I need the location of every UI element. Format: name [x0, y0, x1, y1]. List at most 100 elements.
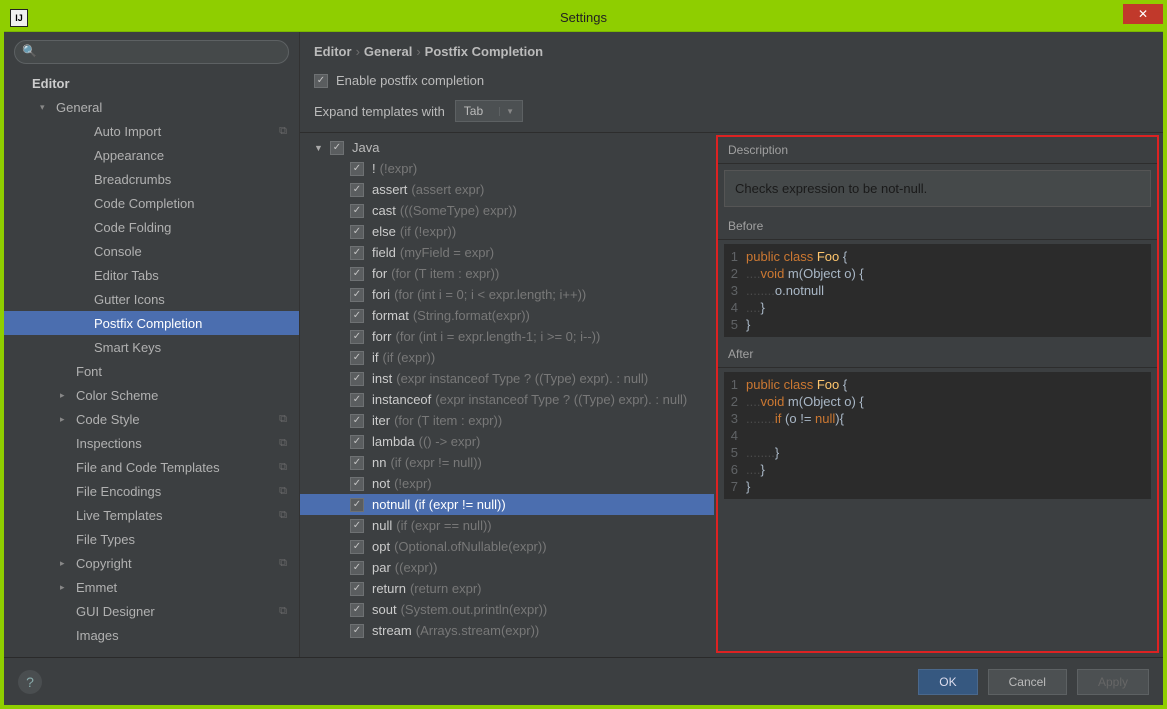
copy-icon: ⧉	[279, 557, 287, 570]
template-iter[interactable]: ✓iter (for (T item : expr))	[300, 410, 714, 431]
sidebar-item-gutter-icons[interactable]: Gutter Icons	[4, 287, 299, 311]
language-node-java[interactable]: ▼ ✓ Java	[300, 137, 714, 158]
sidebar-item-inspections[interactable]: Inspections⧉	[4, 431, 299, 455]
template-nn[interactable]: ✓nn (if (expr != null))	[300, 452, 714, 473]
template-assert[interactable]: ✓assert (assert expr)	[300, 179, 714, 200]
sidebar-item-file-types[interactable]: File Types	[4, 527, 299, 551]
template-for[interactable]: ✓for (for (T item : expr))	[300, 263, 714, 284]
template-checkbox[interactable]: ✓	[350, 519, 364, 533]
sidebar-item-editor-tabs[interactable]: Editor Tabs	[4, 263, 299, 287]
after-code: 1public class Foo {2....void m(Object o)…	[724, 372, 1151, 499]
template-checkbox[interactable]: ✓	[350, 540, 364, 554]
app-icon: IJ	[10, 9, 28, 27]
template-checkbox[interactable]: ✓	[350, 372, 364, 386]
before-code: 1public class Foo {2....void m(Object o)…	[724, 244, 1151, 337]
sidebar-item-code-folding[interactable]: Code Folding	[4, 215, 299, 239]
template-checkbox[interactable]: ✓	[350, 393, 364, 407]
template-if[interactable]: ✓if (if (expr))	[300, 347, 714, 368]
template-checkbox[interactable]: ✓	[350, 246, 364, 260]
template-checkbox[interactable]: ✓	[350, 288, 364, 302]
template-sout[interactable]: ✓sout (System.out.println(expr))	[300, 599, 714, 620]
copy-icon: ⧉	[279, 413, 287, 426]
sidebar-item-postfix-completion[interactable]: Postfix Completion	[4, 311, 299, 335]
template-fori[interactable]: ✓fori (for (int i = 0; i < expr.length; …	[300, 284, 714, 305]
expand-key-select[interactable]: Tab▼	[455, 100, 523, 122]
help-button[interactable]: ?	[18, 670, 42, 694]
template-checkbox[interactable]: ✓	[350, 456, 364, 470]
template-list[interactable]: ▼ ✓ Java ✓! (!expr)✓assert (assert expr)…	[300, 133, 714, 657]
ok-button[interactable]: OK	[918, 669, 977, 695]
settings-search-input[interactable]	[14, 40, 289, 64]
sidebar-item-code-style[interactable]: ▸Code Style⧉	[4, 407, 299, 431]
template-field[interactable]: ✓field (myField = expr)	[300, 242, 714, 263]
template-checkbox[interactable]: ✓	[350, 582, 364, 596]
copy-icon: ⧉	[279, 485, 287, 498]
sidebar-item-images[interactable]: Images	[4, 623, 299, 647]
copy-icon: ⧉	[279, 125, 287, 138]
sidebar-item-general[interactable]: ▾General	[4, 95, 299, 119]
sidebar-item-code-completion[interactable]: Code Completion	[4, 191, 299, 215]
expander-icon: ▸	[60, 390, 72, 401]
template-checkbox[interactable]: ✓	[350, 351, 364, 365]
titlebar: IJ Settings ✕	[4, 4, 1163, 32]
sidebar-item-file-and-code-templates[interactable]: File and Code Templates⧉	[4, 455, 299, 479]
template-checkbox[interactable]: ✓	[350, 414, 364, 428]
template-instanceof[interactable]: ✓instanceof (expr instanceof Type ? ((Ty…	[300, 389, 714, 410]
sidebar-item-copyright[interactable]: ▸Copyright⧉	[4, 551, 299, 575]
sidebar-item-file-encodings[interactable]: File Encodings⧉	[4, 479, 299, 503]
template-checkbox[interactable]: ✓	[350, 330, 364, 344]
template-notnull[interactable]: ✓notnull (if (expr != null))	[300, 494, 714, 515]
template-not[interactable]: ✓not (!expr)	[300, 473, 714, 494]
sidebar-item-gui-designer[interactable]: GUI Designer⧉	[4, 599, 299, 623]
template-null[interactable]: ✓null (if (expr == null))	[300, 515, 714, 536]
template-checkbox[interactable]: ✓	[350, 477, 364, 491]
sidebar-item-color-scheme[interactable]: ▸Color Scheme	[4, 383, 299, 407]
copy-icon: ⧉	[279, 605, 287, 618]
template-inst[interactable]: ✓inst (expr instanceof Type ? ((Type) ex…	[300, 368, 714, 389]
template-lambda[interactable]: ✓lambda (() -> expr)	[300, 431, 714, 452]
cancel-button[interactable]: Cancel	[988, 669, 1067, 695]
template-par[interactable]: ✓par ((expr))	[300, 557, 714, 578]
template-![interactable]: ✓! (!expr)	[300, 158, 714, 179]
template-opt[interactable]: ✓opt (Optional.ofNullable(expr))	[300, 536, 714, 557]
template-stream[interactable]: ✓stream (Arrays.stream(expr))	[300, 620, 714, 641]
sidebar-item-breadcrumbs[interactable]: Breadcrumbs	[4, 167, 299, 191]
description-text: Checks expression to be not-null.	[724, 170, 1151, 207]
sidebar-item-appearance[interactable]: Appearance	[4, 143, 299, 167]
template-return[interactable]: ✓return (return expr)	[300, 578, 714, 599]
template-checkbox[interactable]: ✓	[350, 162, 364, 176]
template-cast[interactable]: ✓cast (((SomeType) expr))	[300, 200, 714, 221]
template-checkbox[interactable]: ✓	[350, 267, 364, 281]
template-checkbox[interactable]: ✓	[350, 204, 364, 218]
template-checkbox[interactable]: ✓	[350, 624, 364, 638]
template-checkbox[interactable]: ✓	[350, 498, 364, 512]
sidebar-item-smart-keys[interactable]: Smart Keys	[4, 335, 299, 359]
expander-icon: ▸	[60, 558, 72, 569]
tree-section-editor: Editor	[4, 72, 299, 95]
sidebar-item-auto-import[interactable]: Auto Import⧉	[4, 119, 299, 143]
sidebar-item-live-templates[interactable]: Live Templates⧉	[4, 503, 299, 527]
template-checkbox[interactable]: ✓	[350, 435, 364, 449]
template-checkbox[interactable]: ✓	[350, 183, 364, 197]
template-forr[interactable]: ✓forr (for (int i = expr.length-1; i >= …	[300, 326, 714, 347]
template-checkbox[interactable]: ✓	[350, 561, 364, 575]
sidebar-item-console[interactable]: Console	[4, 239, 299, 263]
enable-postfix-label: Enable postfix completion	[336, 73, 484, 88]
template-format[interactable]: ✓format (String.format(expr))	[300, 305, 714, 326]
template-checkbox[interactable]: ✓	[350, 603, 364, 617]
copy-icon: ⧉	[279, 509, 287, 522]
template-checkbox[interactable]: ✓	[350, 225, 364, 239]
preview-panel: Description Checks expression to be not-…	[716, 135, 1159, 653]
sidebar-item-font[interactable]: Font	[4, 359, 299, 383]
template-else[interactable]: ✓else (if (!expr))	[300, 221, 714, 242]
apply-button[interactable]: Apply	[1077, 669, 1149, 695]
close-button[interactable]: ✕	[1123, 4, 1163, 24]
expander-icon: ▾	[40, 102, 52, 113]
enable-postfix-checkbox[interactable]: ✓	[314, 74, 328, 88]
language-checkbox[interactable]: ✓	[330, 141, 344, 155]
chevron-down-icon: ▼	[499, 107, 514, 116]
template-checkbox[interactable]: ✓	[350, 309, 364, 323]
copy-icon: ⧉	[279, 437, 287, 450]
sidebar-item-emmet[interactable]: ▸Emmet	[4, 575, 299, 599]
settings-tree[interactable]: Editor ▾GeneralAuto Import⧉AppearanceBre…	[4, 72, 299, 657]
